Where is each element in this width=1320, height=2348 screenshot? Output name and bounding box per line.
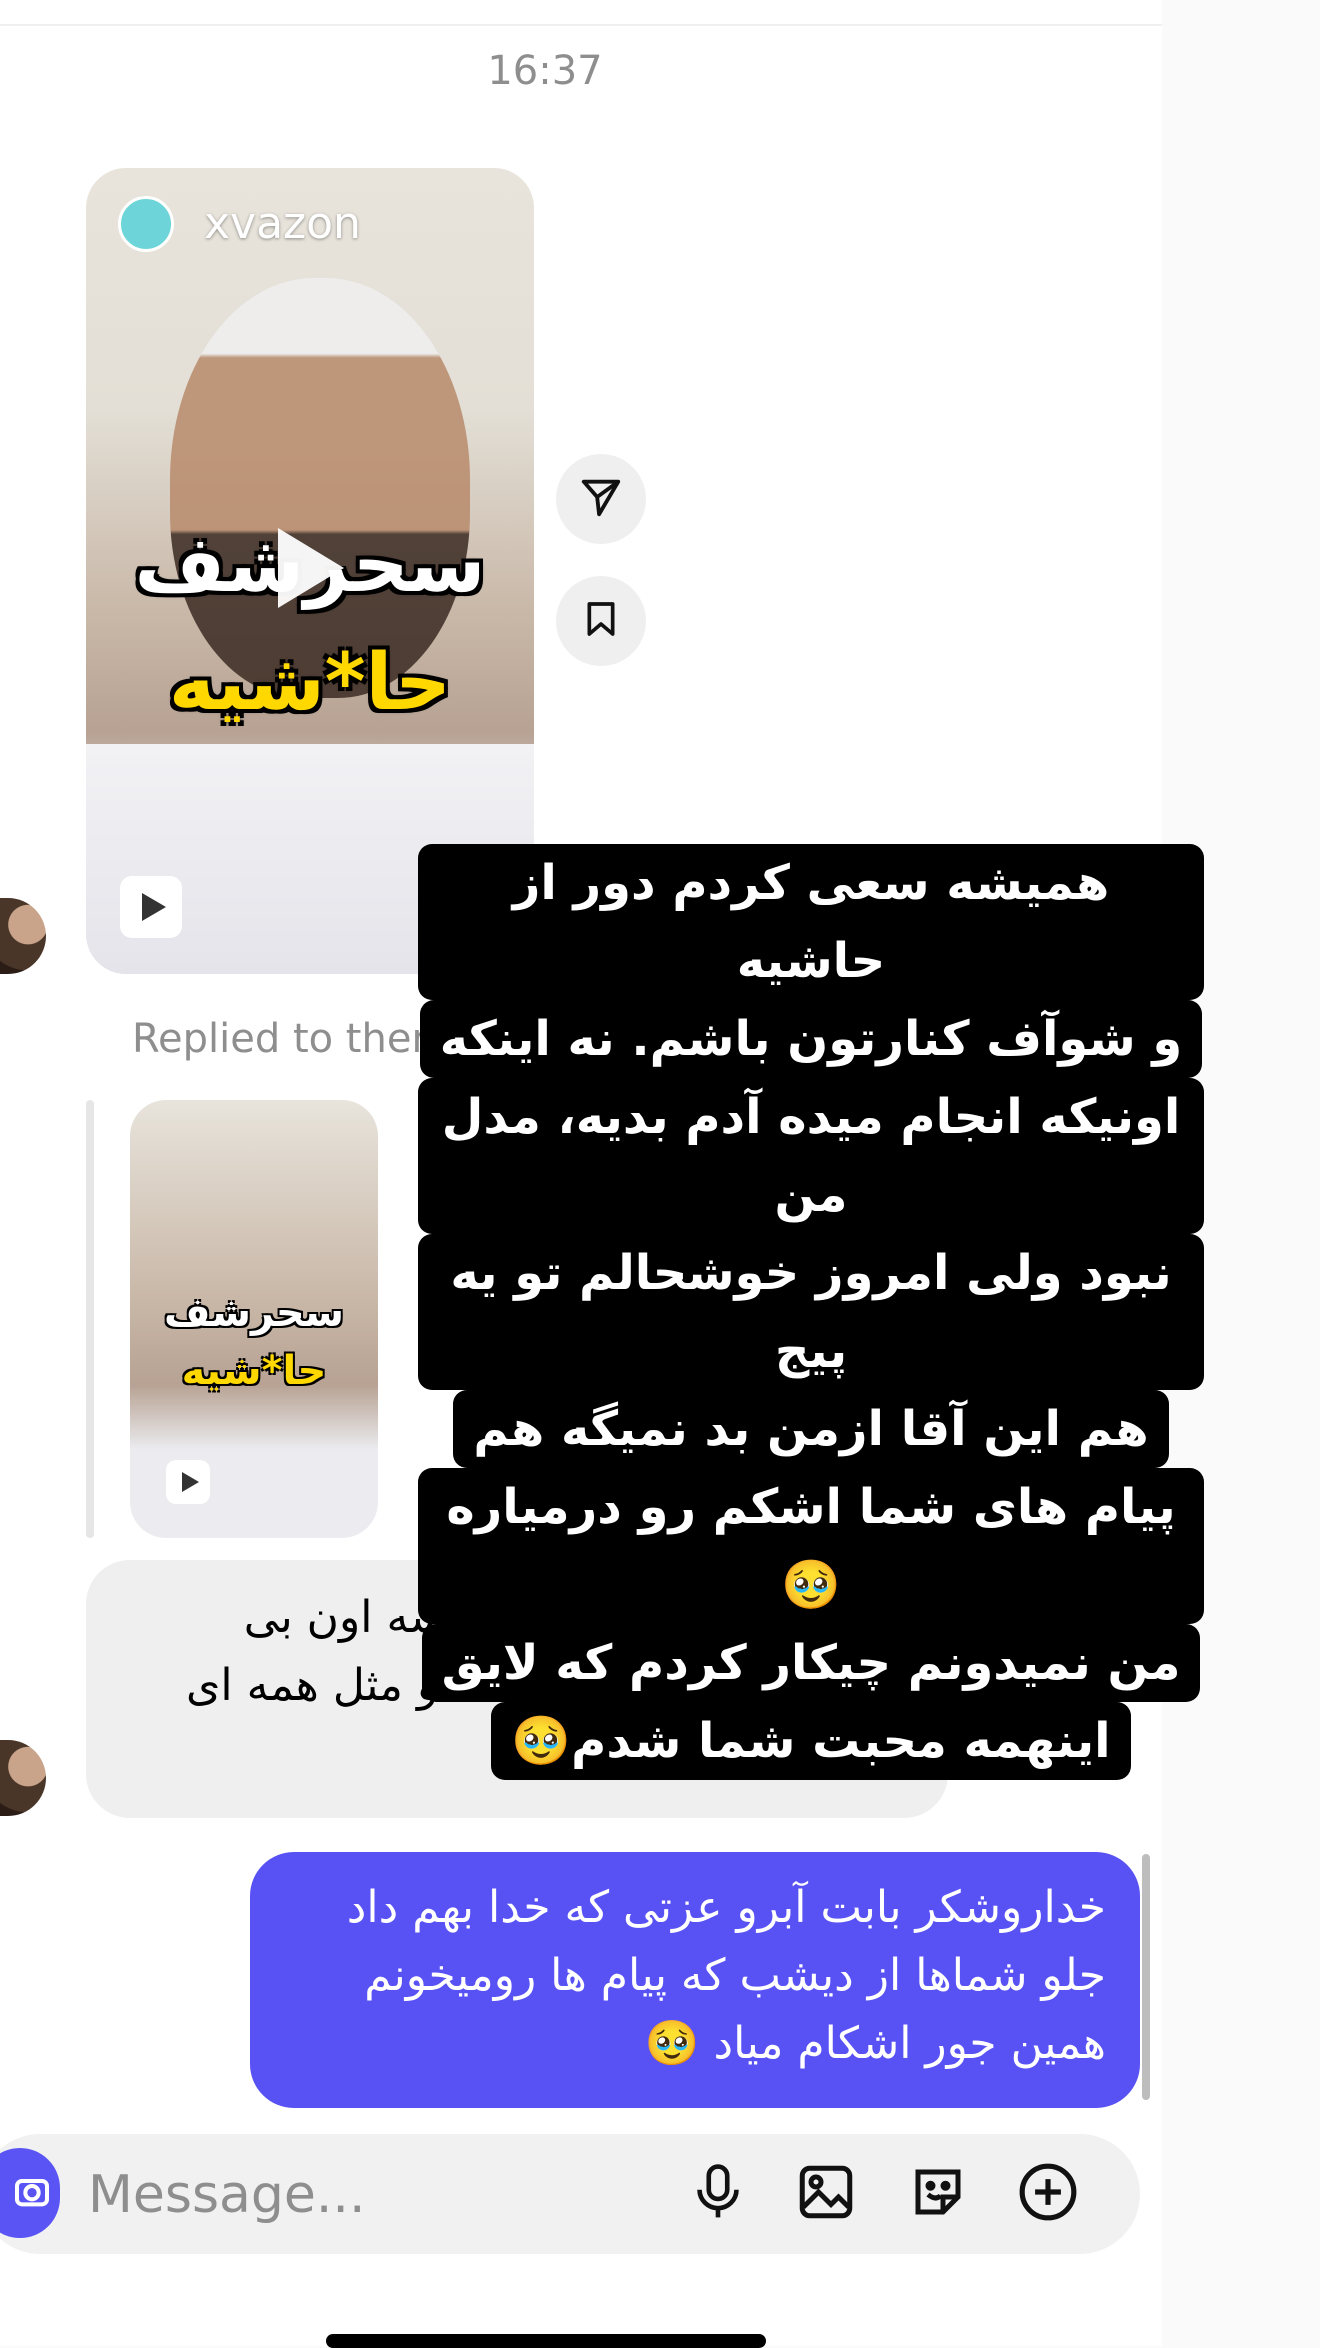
share-reel-button[interactable] bbox=[556, 454, 646, 544]
header-divider bbox=[0, 24, 1162, 26]
reply-quote-bar bbox=[86, 1100, 94, 1538]
play-icon[interactable] bbox=[278, 528, 344, 608]
reply-context-label: Replied to ther bbox=[132, 1016, 428, 1062]
replied-reel-text-2: حا*شیه bbox=[181, 1348, 327, 1394]
replied-reel-thumbnail[interactable]: سحرشف حا*شیه bbox=[130, 1100, 378, 1538]
reel-thumbnail bbox=[170, 278, 470, 698]
reel-caption-overlay: همیشه سعی کردم دور از حاشیه و شوآف کنارت… bbox=[418, 844, 1204, 1780]
sticker-button[interactable] bbox=[902, 2158, 974, 2230]
reels-icon bbox=[120, 876, 182, 938]
paper-plane-icon bbox=[578, 474, 624, 524]
caption-line: همیشه سعی کردم دور از حاشیه bbox=[418, 844, 1204, 1000]
caption-line: و شوآف کنارتون باشم. نه اینکه bbox=[419, 1000, 1203, 1078]
replied-reel-text-1: سحرشف bbox=[163, 1290, 345, 1336]
gallery-icon bbox=[796, 2162, 856, 2226]
microphone-icon bbox=[690, 2162, 746, 2226]
caption-line: پیام های شما اشکم رو درمیاره🥹 bbox=[418, 1468, 1204, 1624]
camera-icon bbox=[12, 2171, 52, 2215]
caption-line: من نمیدونم چیکار کردم که لایق bbox=[421, 1624, 1201, 1702]
outgoing-message-bubble[interactable]: خداروشکر بابت آبرو عزتی که خدا بهم داد ج… bbox=[250, 1852, 1140, 2108]
message-input[interactable] bbox=[86, 2154, 650, 2236]
caption-line: اونیکه انجام میده آدم بدیه، مدل من bbox=[418, 1078, 1204, 1234]
save-reel-button[interactable] bbox=[556, 576, 646, 666]
bookmark-icon bbox=[581, 599, 621, 643]
reel-author-username[interactable]: xvazon bbox=[204, 198, 361, 249]
reels-icon bbox=[166, 1460, 210, 1504]
more-options-button[interactable] bbox=[1012, 2158, 1084, 2230]
scrollbar[interactable] bbox=[1142, 1854, 1150, 2100]
sticker-icon bbox=[908, 2162, 968, 2226]
sender-avatar[interactable] bbox=[0, 898, 46, 974]
caption-line: اینهمه محبت شما شدم🥹 bbox=[491, 1702, 1131, 1780]
caption-line: نبود ولی امروز خوشحالم تو یه پیج bbox=[418, 1234, 1204, 1390]
voice-message-button[interactable] bbox=[682, 2158, 754, 2230]
gallery-button[interactable] bbox=[790, 2158, 862, 2230]
reel-author-avatar[interactable] bbox=[118, 196, 174, 252]
reel-overlay-text-2: حا*شیه bbox=[168, 638, 452, 728]
message-timestamp: 16:37 bbox=[487, 48, 603, 94]
caption-line: هم این آقا ازمن بد نمیگه هم bbox=[453, 1390, 1169, 1468]
plus-icon bbox=[1017, 2161, 1079, 2227]
sender-avatar[interactable] bbox=[0, 1740, 46, 1816]
